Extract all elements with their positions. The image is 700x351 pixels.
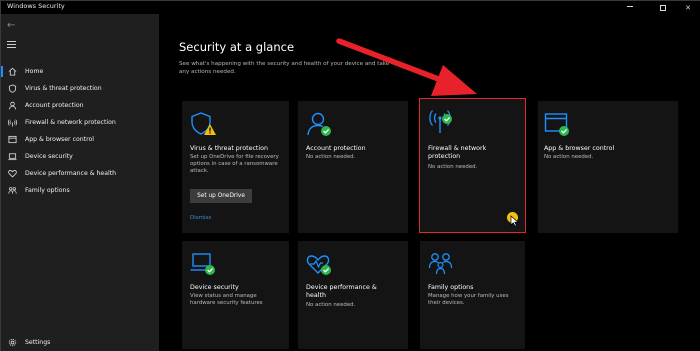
- laptop-check-icon: [190, 251, 216, 277]
- sidebar-item-label: Family options: [25, 186, 70, 194]
- page-subtitle: See what's happening with the security a…: [179, 61, 390, 75]
- family-icon: [7, 185, 17, 195]
- page-title: Security at a glance: [179, 40, 295, 54]
- sidebar-item-home[interactable]: Home: [1, 63, 159, 79]
- shield-warning-icon: [190, 111, 216, 137]
- sidebar-item-device-performance[interactable]: Device performance & health: [1, 165, 159, 181]
- person-icon: [7, 100, 17, 110]
- tile-title: Virus & threat protection: [190, 145, 268, 152]
- settings-label: Settings: [25, 338, 51, 346]
- back-arrow-icon: ←: [7, 20, 16, 31]
- tile-description: View status and manage hardware security…: [190, 293, 263, 306]
- sidebar-item-label: Virus & threat protection: [25, 84, 102, 92]
- tile-title: App & browser control: [544, 145, 615, 152]
- mouse-pointer-icon: [510, 215, 519, 227]
- sidebar-item-label: App & browser control: [25, 135, 95, 143]
- app-window-icon: [7, 134, 17, 144]
- family-icon: [428, 251, 454, 277]
- app-window: Windows Security ✕ ← Home Virus & threat…: [0, 0, 700, 351]
- sidebar-item-virus-threat[interactable]: Virus & threat protection: [1, 80, 159, 96]
- tile-virus-threat[interactable]: Virus & threat protection Set up OneDriv…: [182, 101, 289, 233]
- sidebar-item-label: Home: [25, 67, 44, 75]
- sidebar-item-app-browser[interactable]: App & browser control: [1, 131, 159, 147]
- sidebar-item-label: Firewall & network protection: [25, 118, 116, 126]
- close-icon: ✕: [685, 3, 691, 12]
- dismiss-link[interactable]: Dismiss: [190, 215, 211, 221]
- minimize-button[interactable]: [619, 1, 641, 14]
- person-check-icon: [306, 111, 332, 137]
- sidebar-item-label: Account protection: [25, 101, 84, 109]
- sidebar: ← Home Virus & threat protection Account…: [1, 14, 159, 351]
- tile-device-performance[interactable]: Device performance & health No action ne…: [298, 241, 408, 349]
- title-bar: Windows Security ✕: [1, 1, 700, 14]
- set-up-onedrive-button[interactable]: Set up OneDrive: [190, 189, 252, 203]
- maximize-icon: [660, 4, 666, 11]
- tile-description: Set up OneDrive for file recovery option…: [190, 154, 279, 174]
- sidebar-item-account[interactable]: Account protection: [1, 97, 159, 113]
- hamburger-menu-button[interactable]: [7, 41, 16, 50]
- sidebar-item-label: Device security: [25, 152, 73, 160]
- selection-indicator: [1, 66, 3, 77]
- back-button[interactable]: ←: [7, 20, 15, 31]
- home-icon: [7, 66, 17, 76]
- sidebar-item-device-security[interactable]: Device security: [1, 148, 159, 164]
- laptop-icon: [7, 151, 17, 161]
- tile-title: Device performance & health: [306, 284, 377, 299]
- tile-title: Device security: [190, 284, 239, 291]
- tile-family-options[interactable]: Family options Manage how your family us…: [420, 241, 525, 349]
- tile-description: No action needed.: [306, 302, 356, 308]
- window-title: Windows Security: [7, 2, 65, 10]
- sidebar-item-firewall[interactable]: Firewall & network protection: [1, 114, 159, 130]
- heart-pulse-check-icon: [306, 251, 332, 277]
- tile-description: Manage how your family uses their device…: [428, 293, 509, 306]
- close-button[interactable]: ✕: [677, 1, 699, 14]
- tile-device-security[interactable]: Device security View status and manage h…: [182, 241, 289, 349]
- tile-description: No action needed.: [544, 154, 594, 160]
- app-window-check-icon: [544, 111, 570, 137]
- sidebar-item-family[interactable]: Family options: [1, 182, 159, 198]
- gear-icon: [7, 337, 17, 347]
- sidebar-item-settings[interactable]: Settings: [1, 334, 159, 350]
- tile-app-browser[interactable]: App & browser control No action needed.: [538, 101, 678, 233]
- minimize-icon: [627, 5, 633, 7]
- maximize-button[interactable]: [652, 1, 674, 14]
- tile-description: No action needed.: [306, 154, 356, 160]
- heart-icon: [7, 168, 17, 178]
- tile-account-protection[interactable]: Account protection No action needed.: [298, 101, 408, 233]
- tile-title: Family options: [428, 284, 474, 291]
- wifi-signal-icon: [7, 117, 17, 127]
- sidebar-item-label: Device performance & health: [25, 169, 117, 177]
- shield-icon: [7, 83, 17, 93]
- tile-title: Account protection: [306, 145, 366, 152]
